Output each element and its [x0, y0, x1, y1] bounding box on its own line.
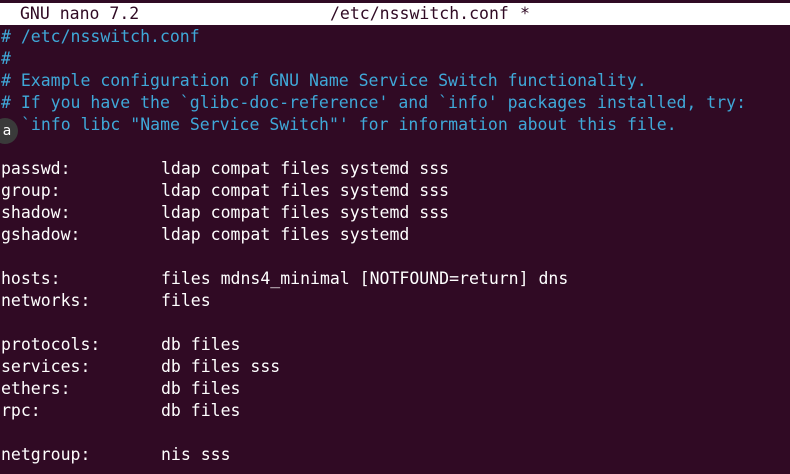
editor-version: GNU nano 7.2 — [20, 4, 140, 23]
comment-text: # /etc/nsswitch.conf — [1, 27, 200, 46]
comment-line[interactable]: # — [0, 48, 790, 70]
blank-line[interactable] — [0, 246, 790, 268]
config-line-netgroup[interactable]: netgroup: nis sss — [0, 444, 790, 466]
database-name: hosts: — [1, 269, 61, 288]
config-line-rpc[interactable]: rpc: db files — [0, 400, 790, 422]
modified-indicator: * — [520, 4, 530, 23]
database-name: protocols: — [1, 335, 101, 354]
database-name: group: — [1, 181, 61, 200]
nano-titlebar: GNU nano 7.2 /etc/nsswitch.conf * — [0, 3, 790, 25]
database-name: ethers: — [1, 379, 71, 398]
database-name: gshadow: — [1, 225, 81, 244]
database-name: passwd: — [1, 159, 71, 178]
comment-line[interactable]: # Example configuration of GNU Name Serv… — [0, 70, 790, 92]
comment-line[interactable]: `info libc "Name Service Switch"' for in… — [0, 114, 790, 136]
comment-text: # If you have the `glibc-doc-reference' … — [1, 93, 747, 112]
file-name: /etc/nsswitch.conf — [330, 4, 509, 23]
comment-text: # Example configuration of GNU Name Serv… — [1, 71, 647, 90]
service-list: db files sss — [161, 357, 281, 376]
service-list: ldap compat files systemd sss — [161, 203, 450, 222]
service-list: ldap compat files systemd sss — [161, 159, 450, 178]
service-list: db files — [161, 379, 241, 398]
config-line-services[interactable]: services: db files sss — [0, 356, 790, 378]
service-list: nis sss — [161, 445, 231, 464]
config-line-passwd[interactable]: passwd: ldap compat files systemd sss — [0, 158, 790, 180]
database-name: netgroup: — [1, 445, 91, 464]
config-line-gshadow[interactable]: gshadow: ldap compat files systemd — [0, 224, 790, 246]
comment-text: `info libc "Name Service Switch"' for in… — [21, 115, 677, 134]
blank-line[interactable] — [0, 422, 790, 444]
service-list: db files — [161, 335, 241, 354]
comment-text: # — [1, 49, 11, 68]
editor-buffer[interactable]: # /etc/nsswitch.conf # # Example configu… — [0, 26, 790, 466]
service-list: db files — [161, 401, 241, 420]
config-line-ethers[interactable]: ethers: db files — [0, 378, 790, 400]
database-name: networks: — [1, 291, 91, 310]
database-name: rpc: — [1, 401, 41, 420]
config-line-hosts[interactable]: hosts: files mdns4_minimal [NOTFOUND=ret… — [0, 268, 790, 290]
database-name: services: — [1, 357, 91, 376]
comment-line[interactable]: # /etc/nsswitch.conf — [0, 26, 790, 48]
config-line-shadow[interactable]: shadow: ldap compat files systemd sss — [0, 202, 790, 224]
config-line-group[interactable]: group: ldap compat files systemd sss — [0, 180, 790, 202]
service-list: files mdns4_minimal [NOTFOUND=return] dn… — [161, 269, 569, 288]
comment-line[interactable]: # If you have the `glibc-doc-reference' … — [0, 92, 790, 114]
blank-line[interactable] — [0, 136, 790, 158]
service-list: files — [161, 291, 211, 310]
service-list: ldap compat files systemd sss — [161, 181, 450, 200]
blank-line[interactable] — [0, 312, 790, 334]
config-line-protocols[interactable]: protocols: db files — [0, 334, 790, 356]
config-line-networks[interactable]: networks: files — [0, 290, 790, 312]
service-list: ldap compat files systemd — [161, 225, 410, 244]
database-name: shadow: — [1, 203, 71, 222]
